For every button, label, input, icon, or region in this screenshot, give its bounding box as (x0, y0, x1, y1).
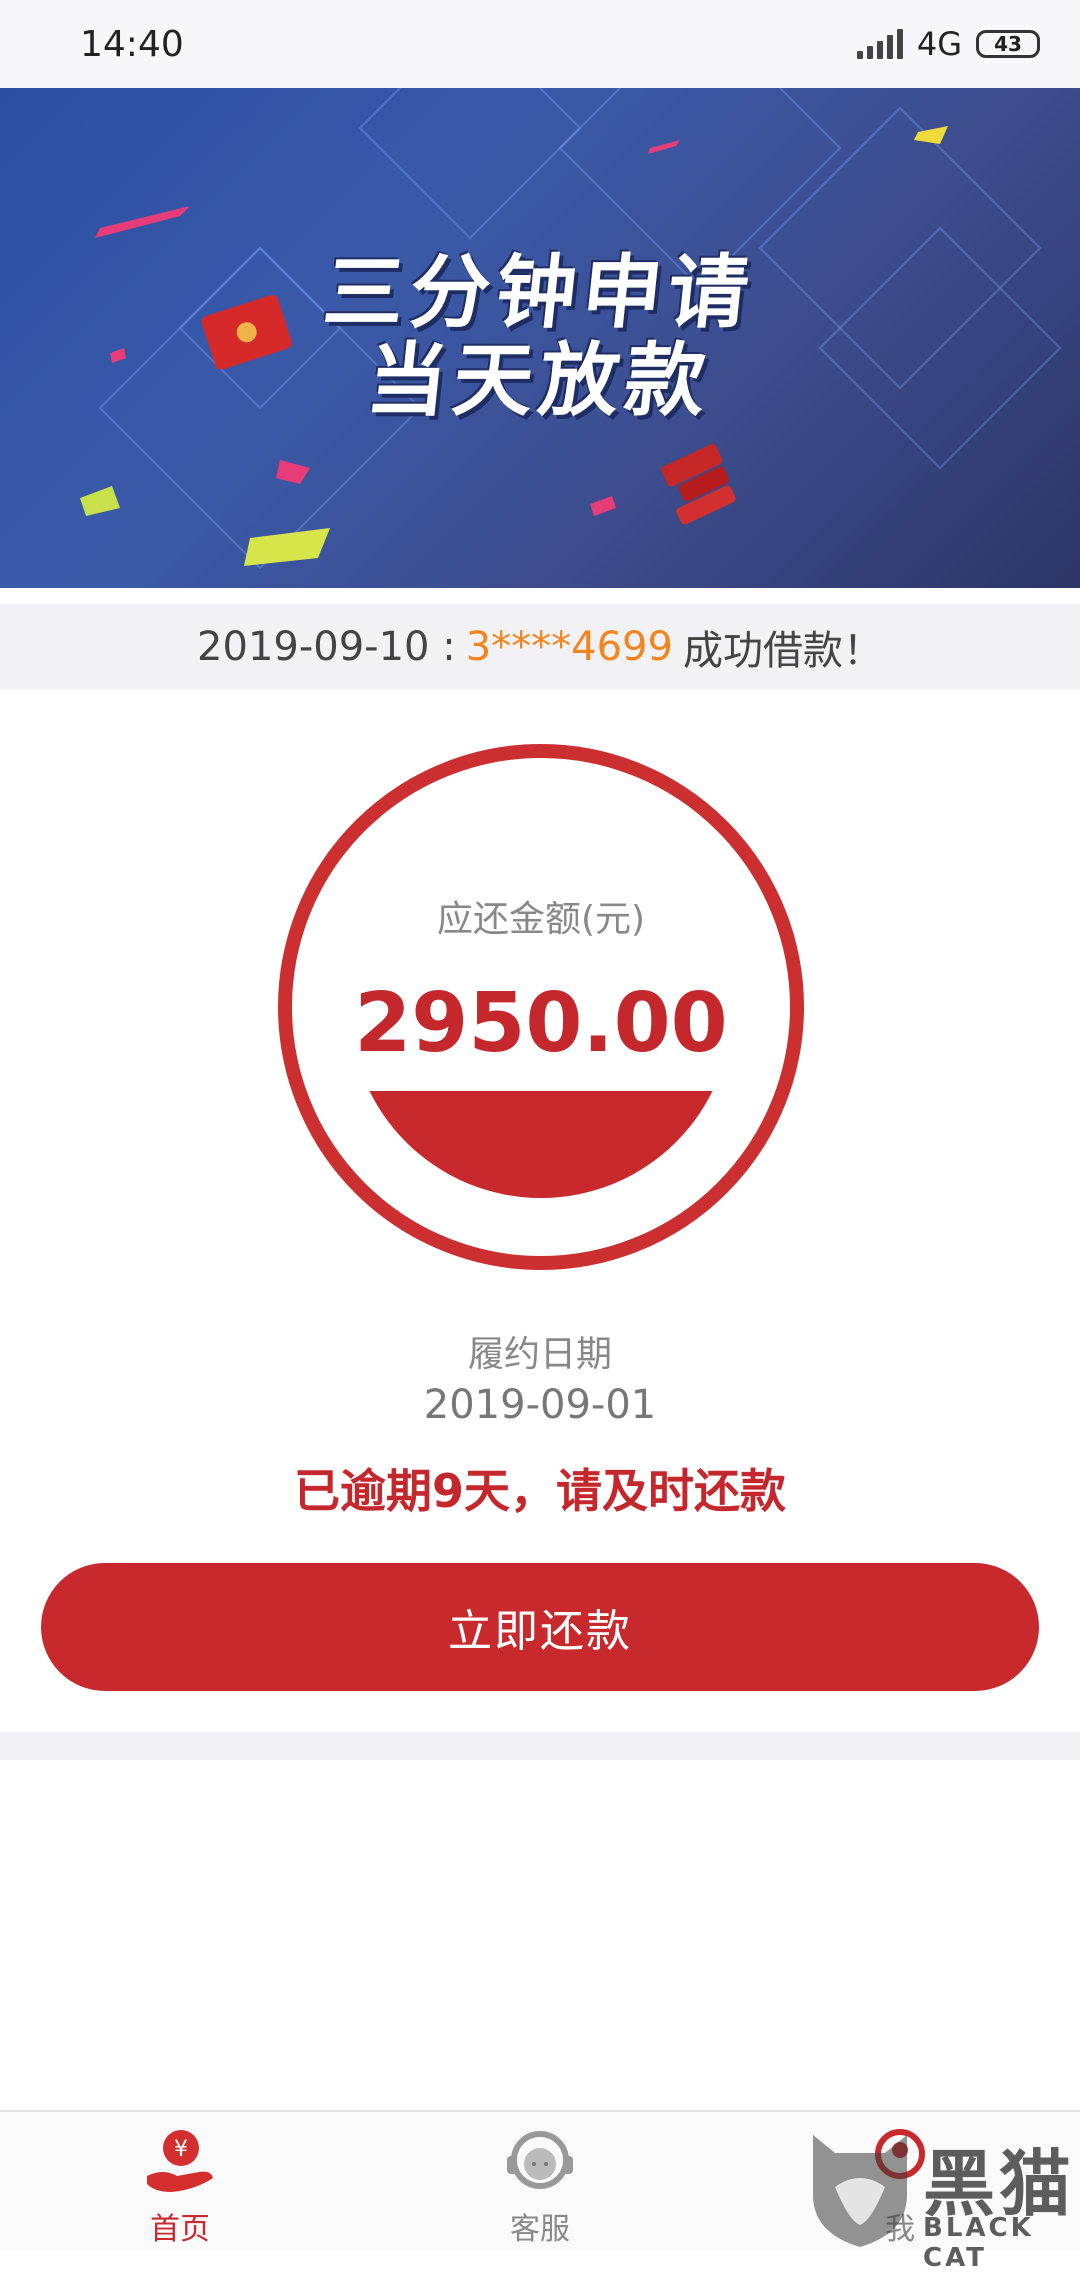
status-indicators: 4G 43 (856, 25, 1040, 63)
overdue-warning: 已逾期9天，请及时还款 (293, 1464, 786, 1518)
due-date-label: 履约日期 (467, 1334, 612, 1375)
amount-label: 应还金额(元) (436, 899, 646, 940)
tab-home-label: 首页 (150, 2212, 210, 2247)
tab-service-label: 客服 (510, 2212, 570, 2247)
tab-home[interactable]: ¥ 首页 (0, 2112, 360, 2250)
loan-notice: 2019-09-10 : 3****4699 成功借款！ (0, 604, 1080, 690)
notice-message: 成功借款！ (682, 628, 883, 674)
tab-customer-service[interactable]: 客服 (360, 2112, 720, 2250)
home-yuan-icon: ¥ (147, 2130, 213, 2192)
signal-icon (856, 29, 903, 59)
battery-level: 43 (994, 32, 1022, 56)
section-divider (0, 1732, 1080, 1760)
amount-value: 2950.00 (354, 976, 728, 1071)
network-type: 4G (916, 25, 962, 63)
due-date-value: 2019-09-01 (423, 1382, 657, 1428)
status-bar: 14:40 4G 43 (0, 0, 1080, 88)
cat-shield-logo (813, 2135, 907, 2247)
status-time: 14:40 (80, 23, 184, 65)
repay-now-button[interactable]: 立即还款 (41, 1563, 1039, 1691)
banner-headline-2: 当天放款 (362, 334, 717, 427)
black-cat-watermark: 黑猫 BLACK CAT (805, 2125, 1080, 2273)
repayment-ring: 应还金额(元) 2950.00 (278, 744, 804, 1270)
svg-text:¥: ¥ (174, 2137, 188, 2162)
watermark-text-en: BLACK CAT (923, 2213, 1034, 2273)
battery-icon: 43 (976, 30, 1040, 58)
promo-banner[interactable]: 三分钟申请 当天放款 (0, 88, 1080, 588)
notice-date: 2019-09-10 : (197, 624, 456, 670)
customer-service-icon (507, 2131, 573, 2189)
notice-phone: 3****4699 (465, 624, 673, 670)
ring-progress-fill (350, 1091, 732, 1198)
